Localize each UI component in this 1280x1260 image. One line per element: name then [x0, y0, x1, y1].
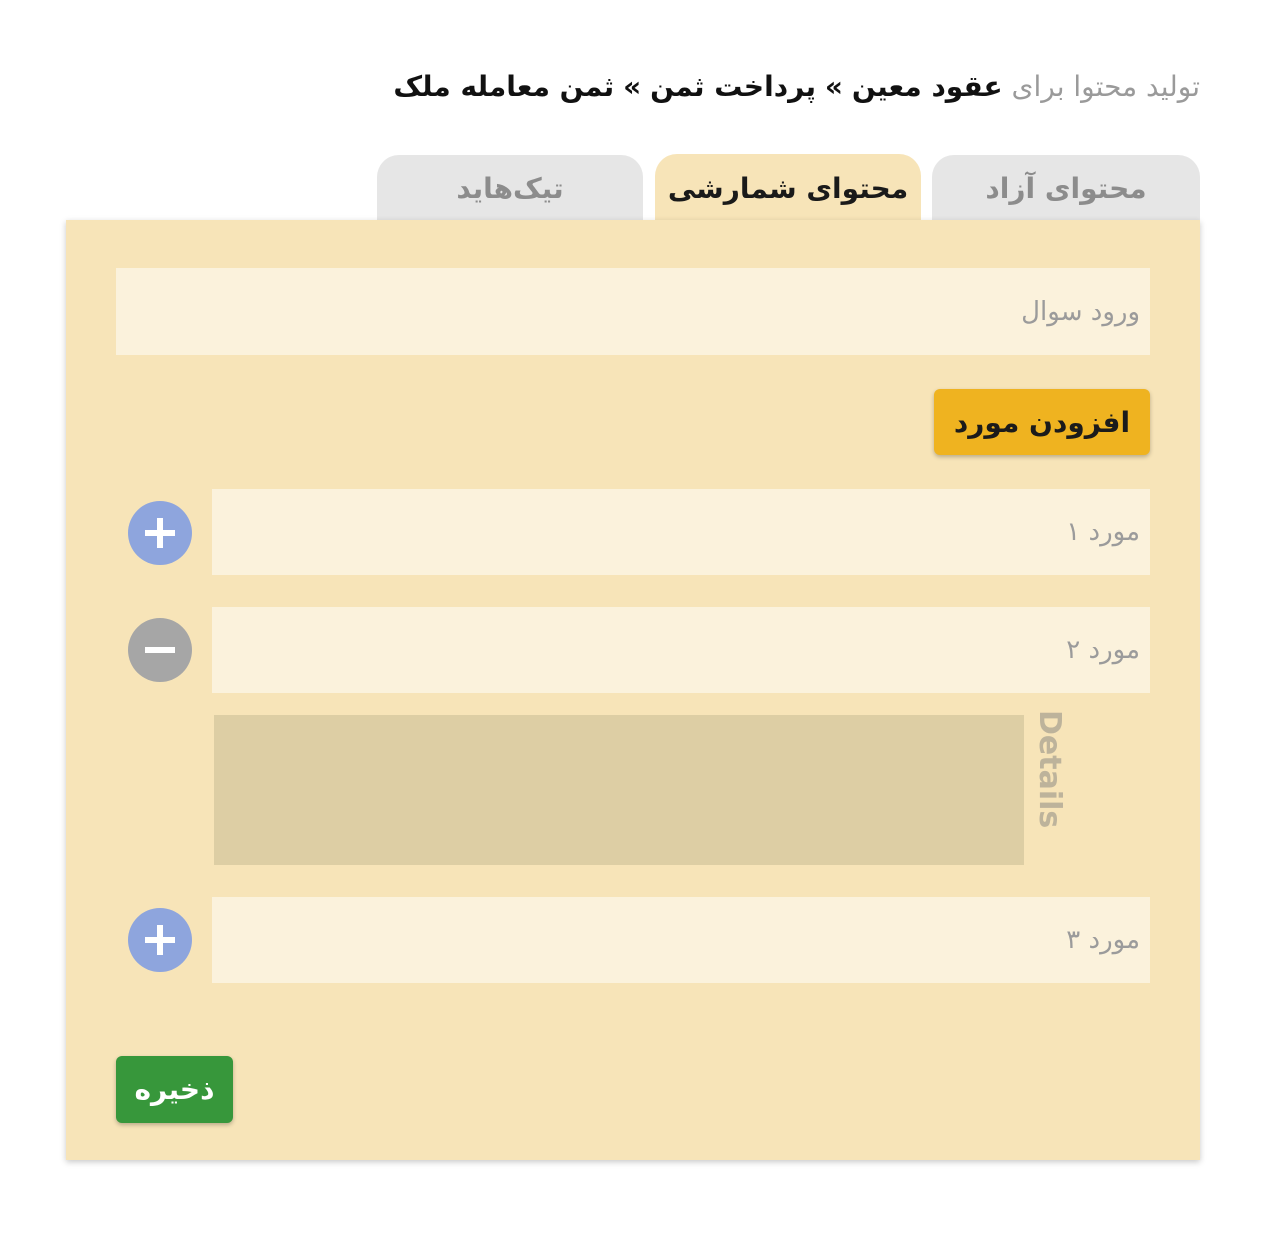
- question-input[interactable]: [116, 268, 1150, 355]
- content-panel: افزودن مورد Details ذخیره: [66, 220, 1200, 1160]
- add-subitem-button[interactable]: [128, 501, 192, 565]
- tab-label: محتوای آزاد: [985, 171, 1147, 205]
- add-item-label: افزودن مورد: [953, 405, 1131, 439]
- item-input-3[interactable]: [212, 897, 1150, 983]
- breadcrumb-part-1: عقود معین: [851, 70, 1003, 103]
- add-item-button[interactable]: افزودن مورد: [934, 389, 1150, 455]
- item-input-1[interactable]: [212, 489, 1150, 575]
- add-subitem-button[interactable]: [128, 908, 192, 972]
- details-label: Details: [1032, 710, 1067, 829]
- tab-label: محتوای شمارشی: [667, 171, 909, 205]
- breadcrumb-part-3: ثمن معامله ملک: [393, 70, 615, 103]
- remove-subitem-button[interactable]: [128, 618, 192, 682]
- breadcrumb: تولید محتوا برای عقود معین » پرداخت ثمن …: [80, 62, 1200, 112]
- save-button[interactable]: ذخیره: [116, 1056, 233, 1123]
- breadcrumb-separator: »: [824, 70, 844, 103]
- details-area[interactable]: [214, 715, 1024, 865]
- breadcrumb-prefix: تولید محتوا برای: [1011, 70, 1200, 103]
- tab-free-content[interactable]: محتوای آزاد: [932, 155, 1200, 221]
- plus-icon: [145, 925, 175, 955]
- save-label: ذخیره: [134, 1073, 215, 1106]
- tab-enumerated-content[interactable]: محتوای شمارشی: [655, 154, 921, 222]
- breadcrumb-separator: »: [623, 70, 642, 103]
- item-input-2[interactable]: [212, 607, 1150, 693]
- plus-icon: [145, 518, 175, 548]
- breadcrumb-part-2: پرداخت ثمن: [650, 70, 817, 103]
- minus-icon: [145, 647, 175, 653]
- tab-label: تیک‌هاید: [456, 171, 564, 205]
- tab-tickhide[interactable]: تیک‌هاید: [377, 155, 643, 221]
